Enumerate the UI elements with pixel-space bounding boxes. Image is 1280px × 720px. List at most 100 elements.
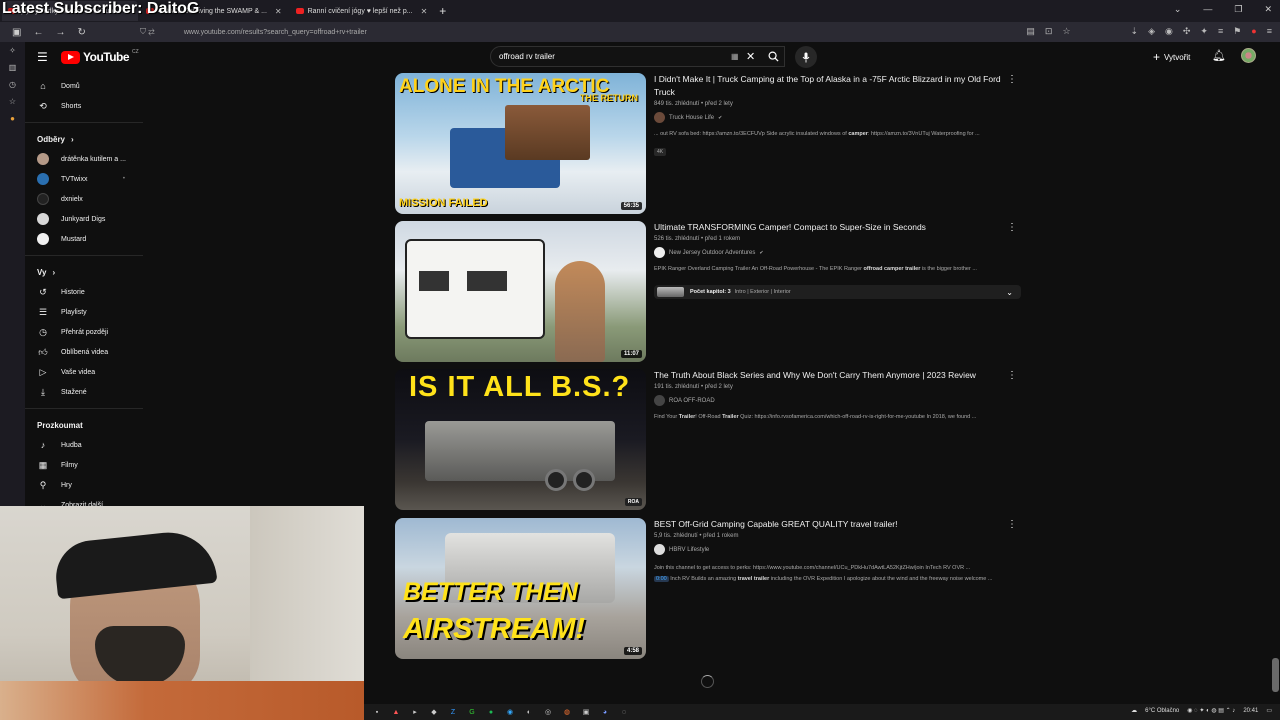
channel-row[interactable]: ROA OFF-ROAD <box>654 395 1014 406</box>
menu-icon[interactable]: ≡ <box>1267 26 1272 37</box>
app-icon[interactable]: ◆ <box>428 707 440 717</box>
tab-list-icon[interactable]: ⌄ <box>1174 4 1182 15</box>
sidebar-channel-item[interactable]: Mustard <box>25 229 143 249</box>
extension-icon[interactable]: ◈ <box>1148 26 1155 37</box>
page-scrollbar[interactable] <box>1270 72 1280 704</box>
sidebar-item-films[interactable]: ▦ Filmy <box>25 455 143 475</box>
video-thumbnail[interactable]: ALONE IN THE ARCTIC THE RETURN MISSION F… <box>395 73 646 214</box>
firefox-icon[interactable]: ◍ <box>561 707 573 717</box>
app-icon[interactable]: ◐ <box>523 707 535 717</box>
channel-row[interactable]: New Jersey Outdoor Adventures ✔ <box>654 247 1014 258</box>
app-icon[interactable]: Z <box>447 707 459 717</box>
sidebar-item-watch-later[interactable]: ◷ Přehrát později <box>25 322 143 342</box>
search-button[interactable] <box>760 46 786 67</box>
reload-button[interactable]: ↻ <box>77 27 85 38</box>
voice-search-button[interactable] <box>795 46 817 68</box>
youtube-logo[interactable]: YouTube CZ <box>61 49 139 64</box>
new-tab-button[interactable]: + <box>439 4 446 18</box>
channel-avatar[interactable] <box>654 247 665 258</box>
bookmark-star-icon[interactable]: ☆ <box>1062 26 1070 37</box>
back-button[interactable]: ← <box>33 27 43 38</box>
channel-name[interactable]: Truck House Life <box>669 115 714 121</box>
app-icon[interactable]: ◉ <box>504 707 516 717</box>
history-strip-icon[interactable]: ▥ <box>0 59 25 76</box>
tray-icon[interactable]: ◉ ◌ ✦ ◐ ◍ ▤ ⌃ ♪ <box>1187 707 1235 714</box>
video-thumbnail[interactable]: BETTER THEN AIRSTREAM! 4:58 <box>395 518 646 659</box>
browser-tab-yoga[interactable]: Ranní cvičení jógy ♥ lepší než p... ✕ <box>290 1 434 21</box>
channel-avatar[interactable] <box>654 395 665 406</box>
brave-icon[interactable]: ▲ <box>390 707 402 717</box>
sidebar-item-gaming[interactable]: ⚲ Hry <box>25 475 143 495</box>
start-icon[interactable]: ▪ <box>371 707 383 717</box>
forward-button[interactable]: → <box>55 27 65 38</box>
app-icon[interactable]: ◎ <box>542 707 554 717</box>
video-title[interactable]: The Truth About Black Series and Why We … <box>654 369 1014 382</box>
sidebar-item-downloads[interactable]: ⤓ Stažené <box>25 382 143 402</box>
extension-icon[interactable]: ⚑ <box>1233 26 1241 37</box>
account-icon[interactable]: ◉ <box>1165 26 1173 37</box>
app-icon[interactable]: ◌ <box>618 707 630 717</box>
extension-icon[interactable]: ≡ <box>1218 26 1223 37</box>
app-icon[interactable]: G <box>466 707 478 717</box>
search-result-video[interactable]: BETTER THEN AIRSTREAM! 4:58 BEST Off-Gri… <box>395 518 1025 659</box>
sidebar-item-shorts[interactable]: ⟲ Shorts <box>25 96 143 116</box>
sidebar-channel-item[interactable]: Junkyard Digs <box>25 209 143 229</box>
maximize-button[interactable]: ❐ <box>1234 4 1242 15</box>
sidebar-channel-item[interactable]: dxnielx <box>25 189 143 209</box>
search-result-video[interactable]: ALONE IN THE ARCTIC THE RETURN MISSION F… <box>395 73 1025 214</box>
downloads-icon[interactable]: ⇣ <box>1131 26 1139 37</box>
close-tab-icon[interactable]: ✕ <box>421 7 428 16</box>
more-options-icon[interactable]: ⋮ <box>1007 519 1017 530</box>
channel-avatar[interactable] <box>654 544 665 555</box>
weather-text[interactable]: 6°C Oblačno <box>1145 708 1179 714</box>
minimize-button[interactable]: — <box>1203 4 1212 15</box>
more-options-icon[interactable]: ⋮ <box>1007 222 1017 233</box>
video-title[interactable]: Ultimate TRANSFORMING Camper! Compact to… <box>654 221 1014 234</box>
sidebar-item-your-videos[interactable]: ▷ Vaše videa <box>25 362 143 382</box>
keyboard-icon[interactable]: ▦ <box>731 52 739 61</box>
notifications-icon[interactable]: ▭ <box>1266 707 1272 714</box>
channel-name[interactable]: HBRV Lifestyle <box>669 547 709 553</box>
sidebar-toggle-icon[interactable]: ▣ <box>12 27 21 38</box>
discord-icon[interactable]: ◕ <box>599 707 611 717</box>
sidebar-section-subscriptions[interactable]: Odběry › <box>25 129 143 149</box>
channel-name[interactable]: ROA OFF-ROAD <box>669 398 715 404</box>
extension-icon[interactable]: ● <box>1251 26 1256 37</box>
chapters-expander[interactable]: Počet kapitol: 3 Intro | Exterior | Inte… <box>654 285 1021 299</box>
channel-row[interactable]: Truck House Life ✔ <box>654 112 1014 123</box>
sidebar-item-playlists[interactable]: ☰ Playlisty <box>25 302 143 322</box>
create-button[interactable]: + Vytvořit <box>1153 50 1190 64</box>
star-icon[interactable]: ☆ <box>0 93 25 110</box>
video-thumbnail[interactable]: IS IT ALL B.S.? ROA <box>395 369 646 510</box>
clock-text[interactable]: 20:41 <box>1243 708 1258 714</box>
hamburger-menu-icon[interactable]: ☰ <box>37 50 48 64</box>
more-options-icon[interactable]: ⋮ <box>1007 370 1017 381</box>
reader-icon[interactable]: ▤ <box>1026 26 1035 37</box>
extensions-puzzle-icon[interactable]: ✣ <box>1183 26 1191 37</box>
close-window-button[interactable]: ✕ <box>1264 4 1272 15</box>
app-icon[interactable]: ▸ <box>409 707 421 717</box>
app-icon[interactable]: ▣ <box>580 707 592 717</box>
channel-name[interactable]: New Jersey Outdoor Adventures <box>669 250 755 256</box>
video-title[interactable]: I Didn't Make It | Truck Camping at the … <box>654 73 1014 99</box>
site-security-icon[interactable]: ⛉ ⇄ <box>140 27 155 37</box>
sidebar-channel-item[interactable]: TVTwixx • <box>25 169 143 189</box>
screenshot-icon[interactable]: ⊡ <box>1045 26 1053 37</box>
close-tab-icon[interactable]: ✕ <box>275 7 282 16</box>
channel-avatar[interactable] <box>654 112 665 123</box>
search-result-video[interactable]: 11:07 Ultimate TRANSFORMING Camper! Comp… <box>395 221 1025 362</box>
search-input[interactable]: offroad rv trailer ▦ ✕ <box>490 46 785 67</box>
clear-search-icon[interactable]: ✕ <box>746 50 755 63</box>
sidebar-section-you[interactable]: Vy › <box>25 262 143 282</box>
chevron-down-icon[interactable]: ⌄ <box>1006 288 1013 297</box>
url-field[interactable]: www.youtube.com/results?search_query=off… <box>184 29 367 36</box>
video-title[interactable]: BEST Off-Grid Camping Capable GREAT QUAL… <box>654 518 1014 531</box>
account-avatar[interactable] <box>1241 48 1256 63</box>
sidebar-item-history[interactable]: ↺ Historie <box>25 282 143 302</box>
channel-row[interactable]: HBRV Lifestyle <box>654 544 1014 555</box>
more-options-icon[interactable]: ⋮ <box>1007 74 1017 85</box>
sidebar-item-home[interactable]: ⌂ Domů <box>25 76 143 96</box>
sidebar-item-liked[interactable]: 👍︎ Oblíbená videa <box>25 342 143 362</box>
search-result-video[interactable]: IS IT ALL B.S.? ROA The Truth About Blac… <box>395 369 1025 510</box>
clock-icon[interactable]: ◷ <box>0 76 25 93</box>
